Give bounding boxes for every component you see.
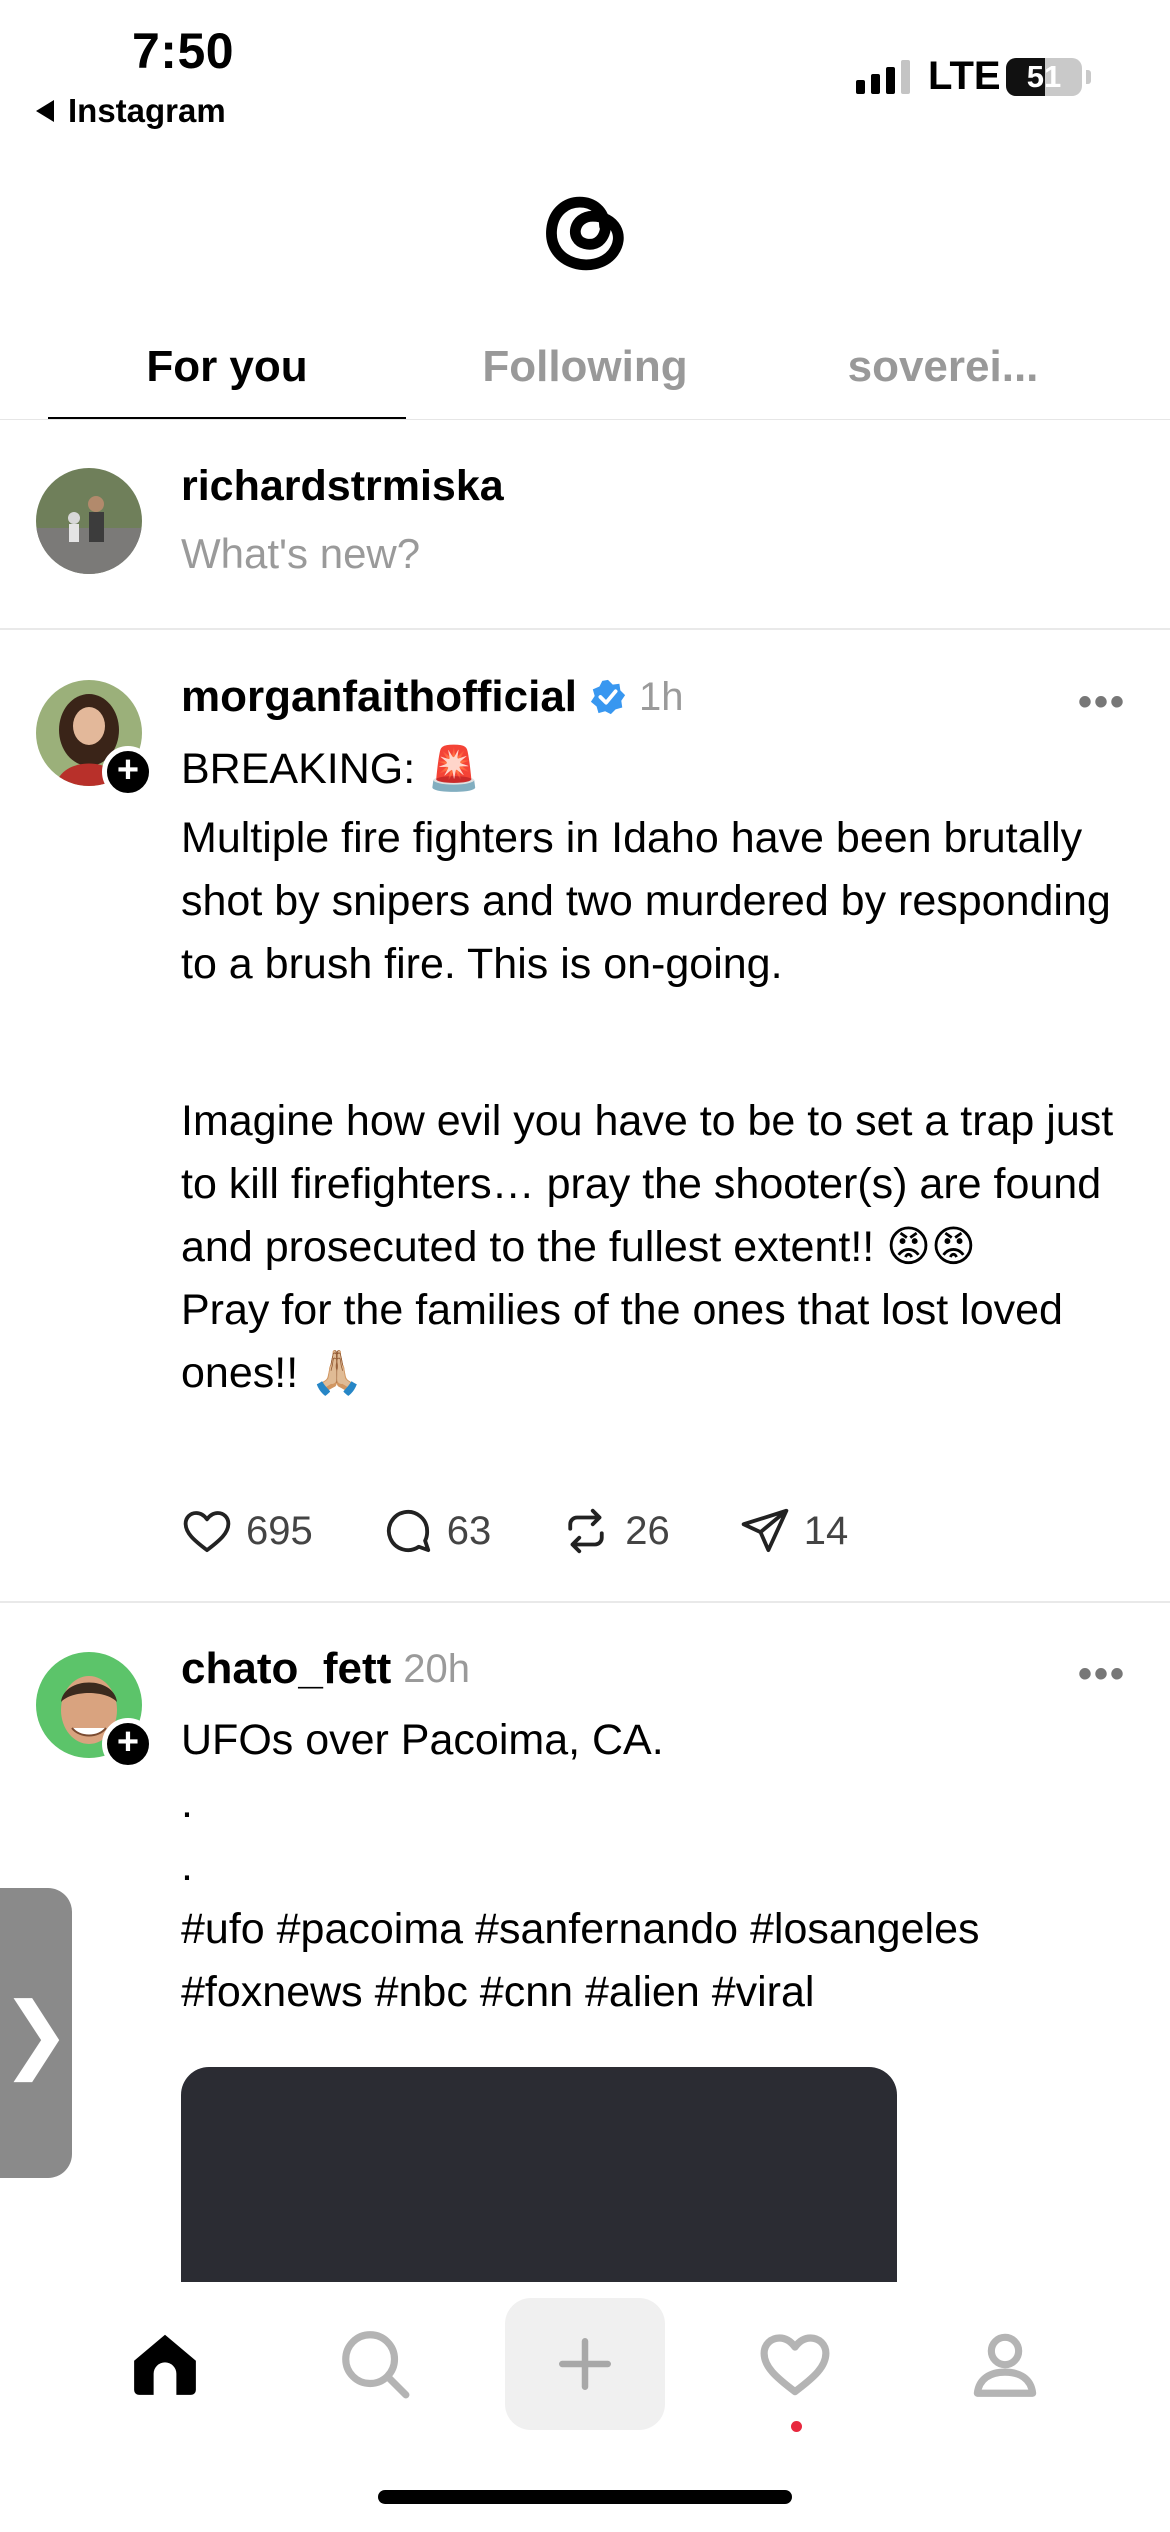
tab-for-you[interactable]: For you — [48, 330, 406, 420]
composer-input[interactable]: What's new? — [181, 530, 420, 578]
battery-cap — [1086, 70, 1091, 84]
nav-search[interactable] — [295, 2298, 455, 2430]
post-text-headline: BREAKING: 🚨 — [181, 745, 481, 793]
send-icon — [741, 1508, 789, 1553]
like-button[interactable]: 695 — [180, 1504, 313, 1558]
post-header: chato_fett 20h — [181, 1644, 470, 1694]
share-count: 14 — [803, 1508, 849, 1553]
divider — [0, 1601, 1170, 1603]
post-header: morganfaithofficial 1h — [181, 672, 684, 722]
post-text-paragraph: Imagine how evil you have to be to set a… — [181, 1097, 1114, 1397]
post-actions: 695 63 26 14 — [180, 1496, 916, 1566]
back-app-label: Instagram — [68, 92, 226, 129]
side-panel-handle[interactable]: ❯ — [0, 1888, 72, 2178]
tab-sovereign[interactable]: soverei... — [764, 330, 1122, 420]
nav-activity[interactable] — [715, 2298, 875, 2430]
repost-icon — [568, 1508, 604, 1554]
divider — [0, 628, 1170, 630]
nav-profile[interactable] — [925, 2298, 1085, 2430]
nav-create[interactable] — [505, 2298, 665, 2430]
heart-icon — [760, 2334, 830, 2396]
heart-icon — [183, 1511, 231, 1553]
composer-username: richardstrmiska — [181, 462, 504, 510]
threads-logo-icon[interactable] — [536, 174, 634, 284]
search-icon — [342, 2331, 410, 2399]
profile-icon — [973, 2333, 1037, 2397]
reply-button[interactable]: 63 — [381, 1504, 492, 1558]
like-count: 695 — [246, 1508, 313, 1553]
more-options-icon[interactable]: ••• — [1078, 680, 1126, 725]
follow-plus-icon[interactable]: + — [102, 746, 154, 798]
bottom-nav — [0, 2298, 1170, 2430]
signal-icon — [856, 60, 910, 94]
nav-home[interactable] — [85, 2298, 245, 2430]
post-username[interactable]: morganfaithofficial — [181, 672, 577, 722]
repost-count: 26 — [625, 1508, 670, 1553]
tab-following[interactable]: Following — [406, 330, 764, 420]
post-media-thumbnail[interactable] — [181, 2067, 897, 2282]
post-time: 20h — [403, 1646, 470, 1691]
home-icon — [134, 2334, 196, 2395]
status-time: 7:50 — [132, 23, 235, 79]
battery-level: 51 — [1026, 59, 1062, 94]
composer-avatar[interactable] — [36, 468, 142, 574]
post-text: UFOs over Pacoima, CA. . . #ufo #pacoima… — [181, 1716, 980, 2016]
back-arrow-icon — [36, 100, 54, 122]
follow-plus-icon[interactable]: + — [102, 1718, 154, 1770]
plus-icon — [559, 2338, 611, 2390]
share-button[interactable]: 14 — [738, 1504, 849, 1558]
post-text-paragraph: Multiple fire fighters in Idaho have bee… — [181, 814, 1123, 988]
verified-badge-icon — [590, 679, 626, 715]
battery-icon: 51 — [1006, 58, 1082, 96]
tabs-divider — [0, 419, 1170, 420]
notification-dot — [791, 2421, 802, 2432]
reply-count: 63 — [446, 1508, 492, 1553]
more-options-icon[interactable]: ••• — [1078, 1652, 1126, 1697]
feed-tabs: For you Following soverei... — [48, 330, 1122, 420]
back-to-app-link[interactable]: Instagram — [36, 92, 226, 130]
home-indicator — [378, 2490, 792, 2504]
comment-icon — [386, 1509, 430, 1553]
post-username[interactable]: chato_fett — [181, 1644, 391, 1694]
post-time: 1h — [639, 674, 684, 719]
repost-button[interactable]: 26 — [559, 1504, 670, 1558]
network-label: LTE — [928, 54, 1001, 98]
